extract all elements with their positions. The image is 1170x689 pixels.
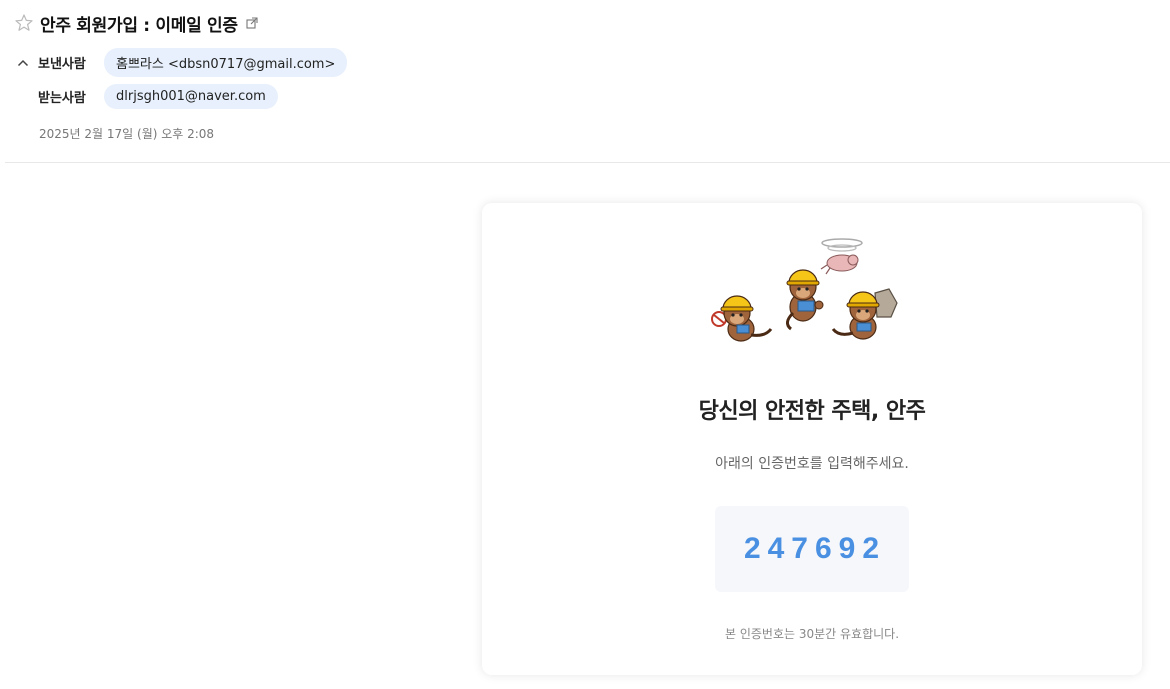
verification-code[interactable]: 247692 bbox=[744, 532, 886, 566]
mascot-illustration bbox=[711, 238, 898, 342]
sender-label: 보낸사람 bbox=[38, 57, 86, 72]
receiver-row: 받는사람 dlrjsgh001@naver.com bbox=[38, 84, 278, 109]
validity-note: 본 인증번호는 30분간 유효합니다. bbox=[724, 627, 900, 641]
card-description: 아래의 인증번호를 입력해주세요. bbox=[715, 456, 909, 472]
otter-left bbox=[711, 295, 773, 342]
header-divider bbox=[5, 162, 1170, 163]
email-date: 2025년 2월 17일 (월) 오후 2:08 bbox=[39, 127, 215, 141]
email-view: 안주 회원가입 : 이메일 인증 보낸사람 홈쁘라스 <dbsn0717@gma… bbox=[0, 0, 1170, 689]
external-link-icon[interactable] bbox=[246, 17, 258, 29]
sender-chip[interactable]: 홈쁘라스 <dbsn0717@gmail.com> bbox=[104, 48, 348, 77]
verification-code-box: 247692 bbox=[715, 506, 909, 592]
subject-row: 안주 회원가입 : 이메일 인증 bbox=[14, 10, 258, 36]
otter-middle bbox=[786, 269, 824, 331]
receiver-chip[interactable]: dlrjsgh001@naver.com bbox=[104, 84, 278, 109]
sender-row: 보낸사람 홈쁘라스 <dbsn0717@gmail.com> bbox=[16, 48, 348, 77]
email-subject: 안주 회원가입 : 이메일 인증 bbox=[40, 15, 238, 36]
dizzy-bird bbox=[820, 238, 863, 275]
receiver-label: 받는사람 bbox=[38, 91, 86, 106]
verification-card: 당신의 안전한 주택, 안주 아래의 인증번호를 입력해주세요. 247692 … bbox=[482, 203, 1142, 675]
chevron-up-icon[interactable] bbox=[16, 56, 30, 70]
card-title: 당신의 안전한 주택, 안주 bbox=[698, 399, 926, 424]
star-icon[interactable] bbox=[14, 13, 34, 33]
otter-right bbox=[831, 288, 898, 340]
